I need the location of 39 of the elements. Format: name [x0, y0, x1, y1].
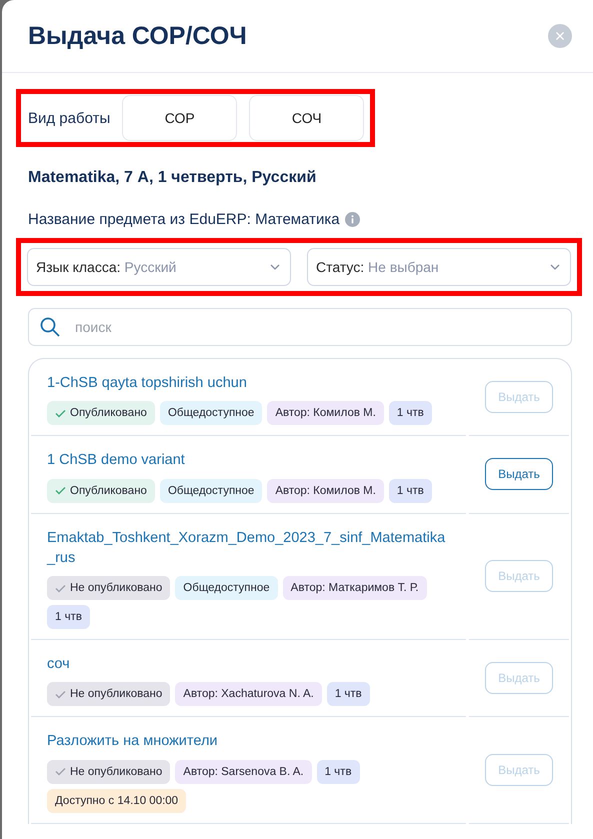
assignment-title[interactable]: 1 ChSB demo variant [47, 450, 447, 471]
info-icon[interactable] [344, 212, 360, 227]
assignment-tag: Опубликовано [47, 401, 155, 426]
assignment-tag: Автор: Xachaturova N. A. [175, 682, 322, 706]
check-icon [55, 690, 66, 699]
check-icon [55, 584, 66, 593]
work-type-label: Вид работы [28, 110, 110, 126]
assignment-tag: Автор: Комилов М. [267, 478, 384, 503]
assignment-tag: Общедоступное [160, 401, 262, 426]
class-context: Matematika, 7 А, 1 четверть, Русский [28, 169, 318, 187]
filter-select[interactable]: Язык класса: Русский [27, 248, 291, 286]
assignment-tag: Автор: Sarsenova B. A. [175, 760, 312, 784]
assignment-tag: Не опубликовано [47, 760, 170, 784]
assignment-tag: 1 чтв [47, 605, 90, 630]
dialog-title: Выдача СОР/СОЧ [28, 22, 247, 50]
assignment-tag: 1 чтв [388, 478, 432, 503]
check-icon [55, 486, 66, 496]
work-type-option[interactable]: СОЧ [249, 95, 364, 141]
filter-select[interactable]: Статус: Не выбран [307, 248, 571, 286]
assignment-tag: 1 чтв [326, 682, 370, 706]
chevron-down-icon [270, 264, 280, 270]
assignment-tag: Опубликовано [47, 478, 155, 503]
assignment-tag: 1 чтв [388, 401, 432, 426]
assignment-tag: Не опубликовано [47, 576, 170, 600]
assignment-tag: Не опубликовано [47, 682, 170, 706]
check-icon [55, 767, 66, 776]
search-field[interactable]: поиск [28, 308, 572, 346]
assignment-tag: Доступно с 14.10 00:00 [47, 788, 186, 813]
check-icon [55, 408, 66, 418]
work-type-option[interactable]: СОР [122, 95, 238, 141]
issue-button[interactable]: Выдать [485, 458, 553, 490]
search-icon [40, 317, 60, 337]
chevron-down-icon [550, 264, 560, 270]
assignment-tag: Автор: Маткаримов Т. Р. [282, 576, 427, 600]
subject-name-note: Название предмета из EduERP: Математика [28, 211, 340, 228]
assignment-tag: Общедоступное [175, 576, 278, 600]
assignment-tag: 1 чтв [316, 760, 360, 784]
assignment-tag: Общедоступное [160, 478, 262, 503]
assignment-tag: Автор: Комилов М. [267, 401, 384, 426]
